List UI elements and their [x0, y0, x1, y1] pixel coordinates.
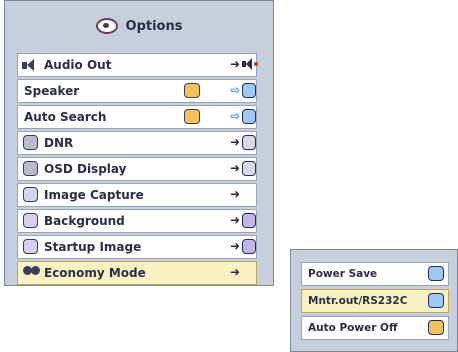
menu-item-label: DNR [44, 136, 74, 150]
economy-mode-icon [23, 266, 41, 280]
submenu-box-icon [242, 109, 256, 124]
image-capture-icon [23, 187, 38, 202]
menu-item-label: Audio Out [44, 58, 112, 72]
arrow-right-icon: ➜ [230, 57, 241, 71]
menu-item-label: Background [44, 214, 125, 228]
arrow-right-icon: ➜ [230, 135, 241, 149]
menu-item-audio-out[interactable]: Audio Out ➜ [17, 53, 260, 77]
menu-item-label: Startup Image [44, 240, 142, 254]
menu-item-label: OSD Display [44, 162, 127, 176]
submenu-item-power-save[interactable]: Power Save [301, 262, 449, 286]
submenu-box-icon [242, 239, 256, 254]
submenu-item-auto-power-off[interactable]: Auto Power Off [301, 316, 449, 340]
speaker-icon [242, 57, 260, 72]
menu-list: Audio Out ➜ Speaker ⇨ Auto Search ⇨ DNR … [17, 53, 260, 287]
menu-item-image-capture[interactable]: Image Capture ➜ [17, 183, 257, 207]
submenu-list: Power Save Mntr.out/RS232C Auto Power Of… [301, 262, 449, 343]
submenu-item-mntr-out-rs232c[interactable]: Mntr.out/RS232C [301, 289, 449, 313]
dnr-icon [23, 135, 38, 150]
submenu-item-label: Mntr.out/RS232C [308, 295, 408, 307]
osd-display-value-icon [242, 161, 256, 176]
dnr-level-icon [242, 135, 256, 150]
setting-value-icon [184, 83, 200, 98]
options-icon [95, 18, 118, 34]
submenu-box-icon [428, 293, 444, 308]
menu-item-dnr[interactable]: DNR ➜ [17, 131, 257, 155]
options-menu: Options Audio Out ➜ Speaker ⇨ Auto Searc… [4, 0, 274, 286]
background-icon [23, 213, 38, 228]
menu-item-label: Speaker [24, 84, 80, 98]
submenu-box-icon [242, 213, 256, 228]
osd-display-icon [23, 161, 38, 176]
arrow-right-icon: ➜ [230, 239, 241, 253]
menu-item-label: Image Capture [44, 188, 144, 202]
submenu-box-icon [428, 320, 444, 335]
economy-mode-submenu: Power Save Mntr.out/RS232C Auto Power Of… [290, 249, 458, 352]
menu-item-startup-image[interactable]: Startup Image ➜ [17, 235, 257, 259]
arrow-right-icon: ➜ [230, 213, 241, 227]
menu-title-label: Options [125, 18, 183, 34]
submenu-item-label: Auto Power Off [308, 322, 398, 334]
hollow-arrow-right-icon: ⇨ [230, 109, 241, 123]
hollow-arrow-right-icon: ⇨ [230, 83, 241, 97]
menu-item-background[interactable]: Background ➜ [17, 209, 257, 233]
submenu-item-label: Power Save [308, 268, 378, 280]
menu-item-osd-display[interactable]: OSD Display ➜ [17, 157, 257, 181]
arrow-right-icon: ➜ [230, 187, 241, 201]
startup-image-icon [23, 239, 38, 254]
menu-item-auto-search[interactable]: Auto Search ⇨ [17, 105, 257, 129]
menu-item-economy-mode[interactable]: Economy Mode ➜ [17, 261, 257, 285]
arrow-right-icon: ➜ [230, 265, 241, 279]
arrow-right-icon: ➜ [230, 161, 241, 175]
setting-value-icon [184, 109, 200, 124]
audio-out-icon [22, 59, 40, 72]
menu-title: Options [5, 1, 273, 51]
menu-item-label: Auto Search [24, 110, 107, 124]
submenu-box-icon [428, 266, 444, 281]
submenu-box-icon [242, 83, 256, 98]
menu-item-speaker[interactable]: Speaker ⇨ [17, 79, 257, 103]
menu-item-label: Economy Mode [44, 266, 146, 280]
